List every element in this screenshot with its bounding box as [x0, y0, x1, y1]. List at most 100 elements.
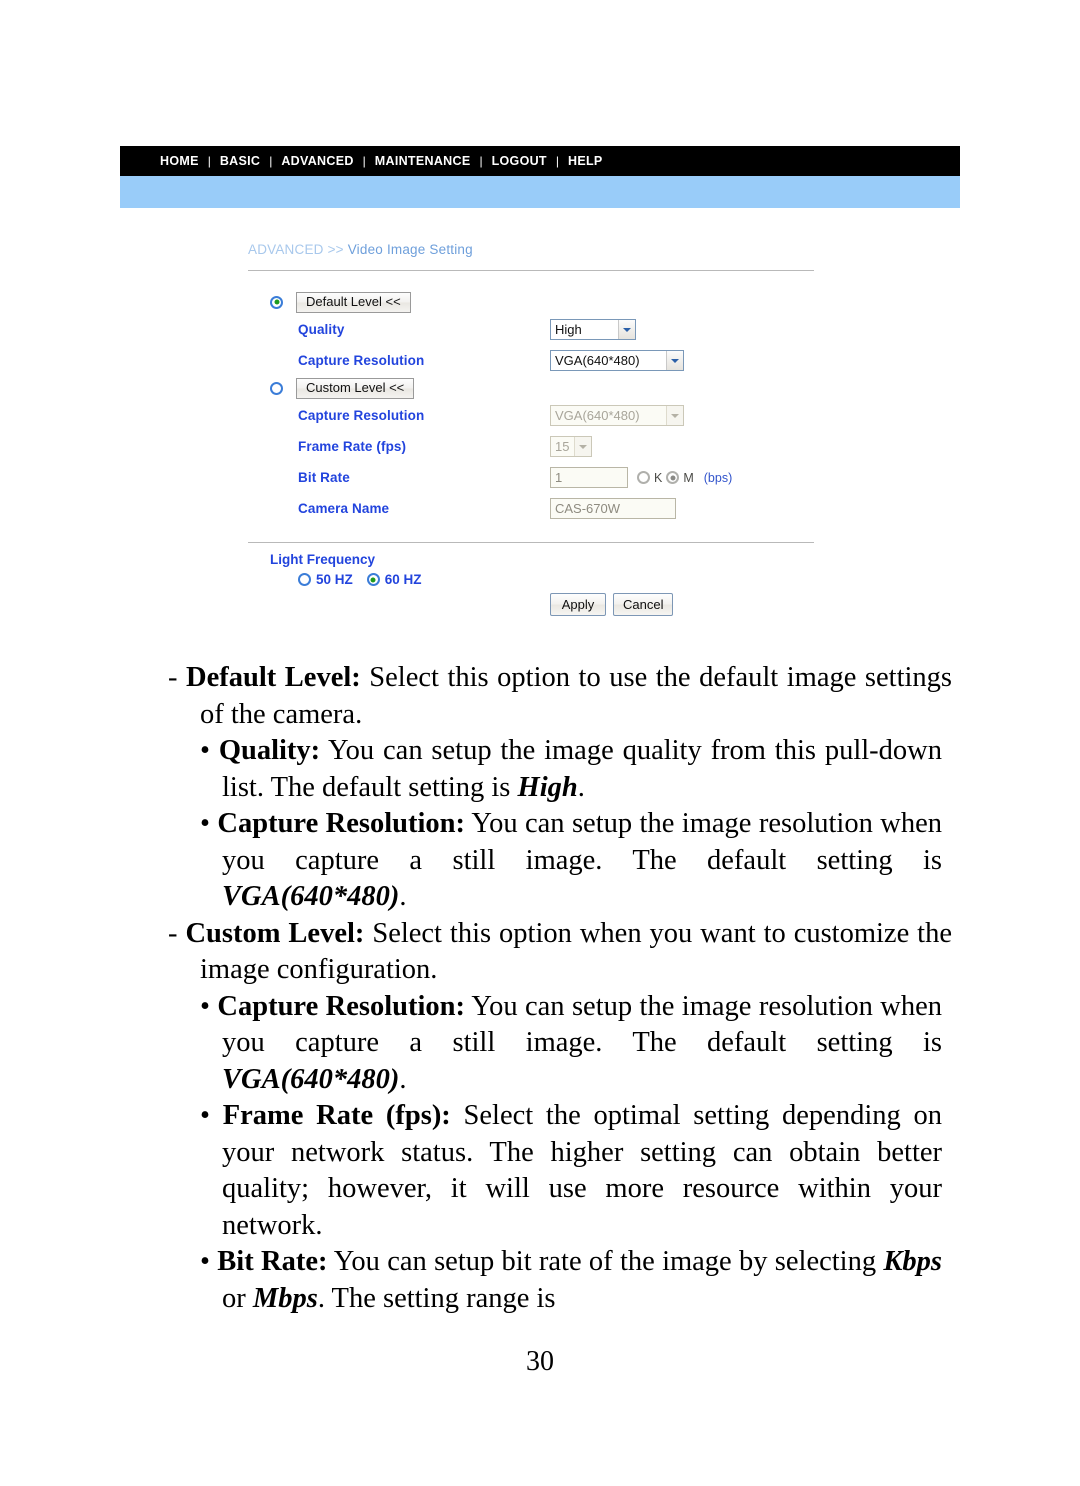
nav-separator: |	[269, 154, 273, 168]
term: Capture Resolution:	[217, 808, 465, 839]
custom-capture-resolution-row: Capture Resolution VGA(640*480)	[298, 400, 960, 431]
frame-rate-label: Frame Rate (fps)	[298, 439, 407, 454]
default-capture-resolution-value: VGA(640*480)	[555, 353, 640, 368]
body-text: You can setup bit rate of the image by s…	[327, 1246, 884, 1277]
term: Bit Rate:	[217, 1246, 328, 1277]
paragraph-capture-resolution-default: • Capture Resolution: You can setup the …	[200, 806, 942, 916]
default-capture-resolution-row: Capture Resolution VGA(640*480)	[298, 345, 960, 376]
default-level-header: Default Level <<	[270, 290, 960, 314]
custom-capture-resolution-value: VGA(640*480)	[555, 408, 640, 423]
paragraph-custom-level: - Custom Level: Select this option when …	[168, 916, 952, 989]
camera-name-row: Camera Name CAS-670W	[298, 493, 960, 524]
bit-rate-unit-m-radio[interactable]	[666, 471, 680, 484]
cancel-button[interactable]: Cancel	[613, 593, 674, 616]
page-number: 30	[526, 1346, 554, 1377]
term: Default Level:	[186, 662, 361, 693]
nav-item-basic[interactable]: BASIC	[220, 154, 260, 168]
list-marker: •	[200, 808, 210, 839]
bit-rate-unit-k-label: K	[654, 470, 663, 485]
body-text-after: .	[577, 771, 585, 803]
apply-button[interactable]: Apply	[550, 593, 606, 616]
paragraph-quality: • Quality: You can setup the image quali…	[200, 733, 942, 806]
body-text-mid: or	[222, 1282, 253, 1314]
emphasis-2: Mbps	[252, 1282, 318, 1314]
paragraph-bit-rate: • Bit Rate: You can setup bit rate of th…	[200, 1244, 942, 1317]
list-marker: •	[200, 735, 210, 766]
default-level-button[interactable]: Default Level <<	[296, 291, 411, 313]
camera-web-ui-screenshot: HOME | BASIC | ADVANCED | MAINTENANCE | …	[120, 146, 960, 652]
nav-separator: |	[479, 154, 483, 168]
quality-select[interactable]: High	[550, 319, 636, 340]
list-marker: -	[168, 662, 178, 693]
nav-item-advanced[interactable]: ADVANCED	[281, 154, 353, 168]
bit-rate-input[interactable]: 1	[550, 467, 628, 488]
chevron-down-icon	[666, 406, 683, 425]
chevron-down-icon	[666, 351, 683, 370]
emphasis: Kbps	[883, 1246, 942, 1277]
default-capture-resolution-label: Capture Resolution	[298, 353, 425, 368]
term: Quality:	[218, 735, 321, 766]
form-actions: Apply Cancel	[550, 593, 960, 616]
default-level-radio[interactable]	[270, 295, 283, 309]
section-divider-top	[248, 270, 814, 271]
section-divider-bottom	[248, 542, 814, 543]
list-marker: •	[200, 1246, 210, 1277]
default-capture-resolution-select[interactable]: VGA(640*480)	[550, 350, 684, 371]
light-frequency-60hz-radio[interactable]	[366, 573, 380, 586]
light-frequency-options: 50 HZ 60 HZ	[298, 572, 960, 587]
bit-rate-unit-k-radio[interactable]	[637, 471, 650, 484]
camera-name-input[interactable]: CAS-670W	[550, 498, 676, 519]
frame-rate-select[interactable]: 15	[550, 436, 592, 457]
chevron-down-icon	[618, 320, 635, 339]
body-text-after: .	[399, 1063, 407, 1095]
camera-name-label: Camera Name	[298, 501, 390, 516]
list-marker: -	[168, 917, 178, 949]
header-banner	[120, 176, 960, 208]
bit-rate-unit-suffix: (bps)	[703, 470, 733, 485]
bit-rate-unit-group: K M (bps)	[637, 471, 732, 485]
manual-body-text: - Default Level: Select this option to u…	[0, 660, 1080, 1317]
emphasis: VGA(640*480)	[222, 881, 400, 912]
body-text-after: .	[399, 881, 407, 912]
paragraph-capture-resolution-custom: • Capture Resolution: You can setup the …	[200, 989, 942, 1099]
emphasis: VGA(640*480)	[222, 1063, 400, 1095]
nav-separator: |	[207, 154, 211, 168]
frame-rate-row: Frame Rate (fps) 15	[298, 431, 960, 462]
bit-rate-label: Bit Rate	[298, 470, 350, 485]
custom-capture-resolution-label: Capture Resolution	[298, 408, 425, 423]
light-frequency-60hz-label: 60 HZ	[384, 572, 422, 587]
quality-row: Quality High	[298, 314, 960, 345]
body-text-after: . The setting range is	[317, 1282, 556, 1314]
light-frequency-50hz-radio[interactable]	[298, 573, 311, 586]
breadcrumb-separator: >>	[327, 242, 344, 257]
term: Frame Rate (fps):	[222, 1100, 451, 1131]
custom-level-button[interactable]: Custom Level <<	[296, 377, 415, 399]
paragraph-frame-rate: • Frame Rate (fps): Select the optimal s…	[200, 1098, 942, 1244]
term: Custom Level:	[185, 917, 365, 949]
breadcrumb: ADVANCED >> Video Image Setting	[248, 242, 960, 257]
nav-item-help[interactable]: HELP	[568, 154, 603, 168]
quality-label: Quality	[298, 322, 345, 337]
light-frequency-section: Light Frequency 50 HZ 60 HZ	[120, 552, 960, 587]
nav-item-home[interactable]: HOME	[160, 154, 199, 168]
nav-item-maintenance[interactable]: MAINTENANCE	[375, 154, 471, 168]
light-frequency-50hz-label: 50 HZ	[316, 572, 353, 587]
nav-item-logout[interactable]: LOGOUT	[492, 154, 547, 168]
frame-rate-value: 15	[555, 439, 570, 454]
video-image-settings-form: Default Level << Quality High Capture Re…	[120, 290, 960, 524]
breadcrumb-root[interactable]: ADVANCED	[248, 242, 324, 257]
top-navigation-bar: HOME | BASIC | ADVANCED | MAINTENANCE | …	[120, 146, 960, 176]
nav-separator: |	[362, 154, 366, 168]
emphasis: High	[517, 771, 578, 803]
paragraph-default-level: - Default Level: Select this option to u…	[168, 660, 952, 733]
bit-rate-unit-m-label: M	[683, 470, 694, 485]
chevron-down-icon	[574, 437, 591, 456]
custom-level-radio[interactable]	[270, 381, 283, 395]
list-marker: •	[200, 1100, 210, 1131]
custom-capture-resolution-select[interactable]: VGA(640*480)	[550, 405, 684, 426]
custom-level-header: Custom Level <<	[270, 376, 960, 400]
nav-separator: |	[555, 154, 559, 168]
list-marker: •	[200, 990, 210, 1022]
light-frequency-label: Light Frequency	[270, 552, 376, 567]
quality-value: High	[555, 322, 582, 337]
